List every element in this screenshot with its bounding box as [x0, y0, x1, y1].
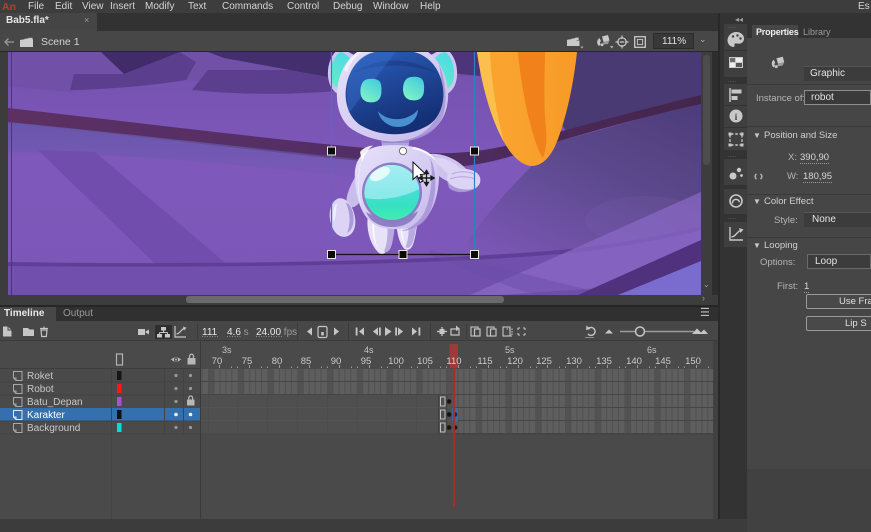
svg-text:115: 115 — [477, 356, 492, 367]
svg-text:·····: ····· — [728, 216, 737, 222]
svg-text:4s: 4s — [364, 345, 374, 355]
svg-text:Roket: Roket — [27, 371, 53, 382]
svg-text:5s: 5s — [505, 345, 515, 355]
svg-text:◂◂: ◂◂ — [735, 15, 743, 24]
svg-text:·····: ····· — [728, 154, 737, 160]
svg-text:125: 125 — [536, 356, 552, 367]
svg-text:75: 75 — [242, 356, 253, 367]
svg-text:6s: 6s — [647, 345, 657, 355]
svg-text:120: 120 — [507, 356, 523, 367]
svg-text:Karakter: Karakter — [27, 410, 65, 421]
svg-text:3s: 3s — [222, 345, 232, 355]
svg-text:105: 105 — [417, 356, 433, 367]
svg-text:Background: Background — [27, 423, 80, 434]
svg-text:·····: ····· — [728, 25, 737, 31]
svg-text:Robot: Robot — [27, 384, 54, 395]
svg-text:110: 110 — [446, 356, 461, 367]
svg-text:150: 150 — [685, 356, 701, 367]
svg-text:130: 130 — [566, 356, 582, 367]
svg-text:·····: ····· — [728, 79, 737, 85]
svg-text:70: 70 — [212, 356, 223, 367]
svg-text:145: 145 — [655, 356, 671, 367]
svg-text:Batu_Depan: Batu_Depan — [27, 397, 83, 408]
svg-text:135: 135 — [596, 356, 612, 367]
svg-text:80: 80 — [272, 356, 283, 367]
svg-text:100: 100 — [388, 356, 404, 367]
svg-text:140: 140 — [626, 356, 642, 367]
